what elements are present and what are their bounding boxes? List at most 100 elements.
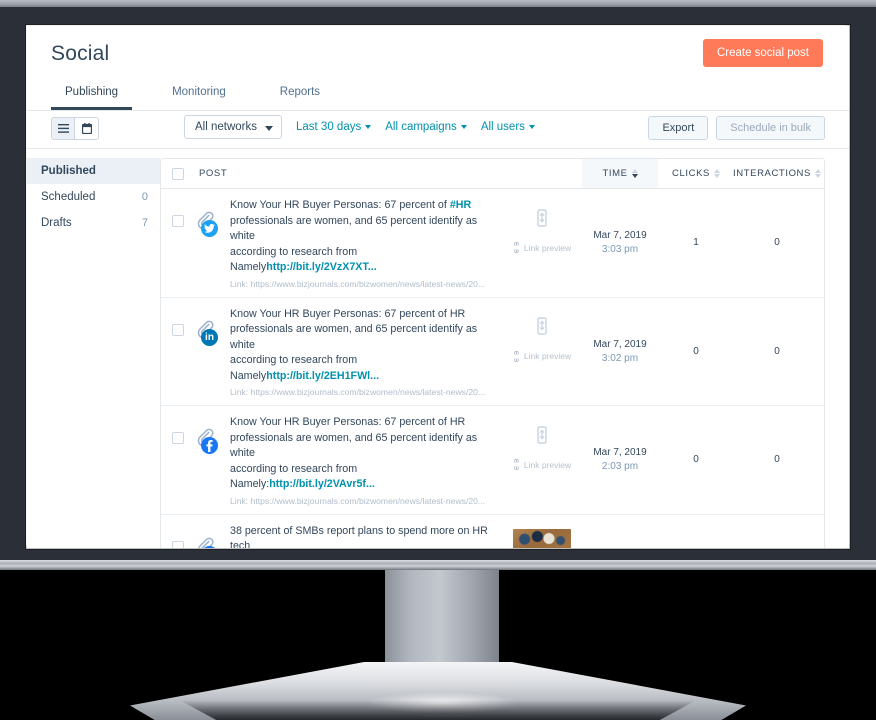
sidebar-item-published[interactable]: Published xyxy=(27,158,160,184)
sort-icon[interactable] xyxy=(631,169,638,178)
link-chain-icon xyxy=(513,350,520,362)
posts-table: POST TIME CLICKS INTERACTIONS Know Your … xyxy=(160,158,825,548)
network-icon-wrap xyxy=(195,198,223,289)
link-preview-label: Link preview xyxy=(523,351,572,361)
row-checkbox[interactable] xyxy=(172,323,184,336)
posts-table-wrap: POST TIME CLICKS INTERACTIONS Know Your … xyxy=(160,149,849,548)
post-line-1: Know Your HR Buyer Personas: 67 percent … xyxy=(230,199,472,211)
column-header-clicks-label: CLICKS xyxy=(672,168,710,179)
create-social-post-button[interactable]: Create social post xyxy=(702,39,823,67)
clicks-value: 0 xyxy=(693,345,699,357)
post-time: 3:03 pm xyxy=(601,244,639,256)
row-select-cell xyxy=(161,189,195,297)
row-checkbox[interactable] xyxy=(172,215,184,227)
column-header-time-label: TIME xyxy=(602,168,628,179)
no-preview-icon xyxy=(535,208,549,232)
app-header: Social Create social post Publishing Mon… xyxy=(27,26,849,111)
interactions-value: 0 xyxy=(774,345,780,357)
column-header-clicks[interactable]: CLICKS xyxy=(658,168,734,179)
chevron-down-icon xyxy=(265,126,273,131)
no-preview-placeholder xyxy=(513,420,571,454)
post-source-link[interactable]: Link: https://www.bizjournals.com/bizwom… xyxy=(230,279,501,289)
main-tabs: Publishing Monitoring Reports xyxy=(51,80,334,110)
export-button[interactable]: Export xyxy=(648,116,709,140)
network-filter-select[interactable]: All networks xyxy=(184,115,282,139)
sidebar-item-count: 0 xyxy=(141,191,148,203)
sort-icon[interactable] xyxy=(814,169,821,178)
link-chain-icon xyxy=(513,459,520,470)
post-cell: in Know Your HR Buyer Personas: 67 percen… xyxy=(195,298,582,406)
page-title: Social xyxy=(51,42,110,65)
tab-reports[interactable]: Reports xyxy=(266,80,334,110)
column-header-interactions[interactable]: INTERACTIONS xyxy=(733,168,824,179)
column-header-interactions-label: INTERACTIONS xyxy=(733,168,811,179)
preview-thumbnail xyxy=(513,528,571,548)
monitor-bottom-rail xyxy=(0,560,876,570)
table-row[interactable]: Know Your HR Buyer Personas: 67 percent … xyxy=(161,189,824,298)
interactions-value: 0 xyxy=(774,237,780,249)
select-all-checkbox[interactable] xyxy=(172,167,184,180)
time-cell: Mar 7, 2019 2:03 pm xyxy=(582,406,658,514)
row-checkbox[interactable] xyxy=(172,540,184,548)
row-checkbox[interactable] xyxy=(172,432,184,444)
no-preview-placeholder xyxy=(513,312,571,346)
linkedin-icon: in xyxy=(201,328,218,346)
clicks-value: 1 xyxy=(658,515,734,549)
post-preview: Link preview xyxy=(508,415,576,506)
post-cell: Know Your HR Buyer Personas: 67 percent … xyxy=(195,406,582,514)
post-source-link[interactable]: Link: https://www.bizjournals.com/bizwom… xyxy=(230,496,501,506)
campaign-filter[interactable]: All campaigns xyxy=(385,121,467,133)
post-line-3: according to research from Namelyhttp://… xyxy=(230,245,377,274)
link-preview-label-row: Link preview xyxy=(508,459,576,470)
post-line-1: Know Your HR Buyer Personas: 67 percent … xyxy=(230,416,466,428)
time-cell: Mar 7, 2019 3:02 pm xyxy=(582,298,658,406)
post-date: Mar 7, 2019 xyxy=(593,230,647,242)
table-row[interactable]: 38 percent of SMBs report plans to spend… xyxy=(161,515,824,549)
time-cell: Mar 4, 20192:04 pm xyxy=(582,515,658,549)
stand-base-shadow xyxy=(179,700,697,720)
time-cell: Mar 7, 2019 3:03 pm xyxy=(582,189,658,297)
table-body: Know Your HR Buyer Personas: 67 percent … xyxy=(161,189,824,548)
sidebar-item-count: 7 xyxy=(141,217,148,229)
toolbar-actions: Export Schedule in bulk xyxy=(648,116,825,140)
post-time: 2:03 pm xyxy=(601,461,639,473)
filter-toolbar: All networks Last 30 days All campaigns … xyxy=(27,111,849,149)
post-line-3: according to research from Namelyhttp://… xyxy=(230,354,380,382)
tab-monitoring[interactable]: Monitoring xyxy=(158,80,240,110)
post-preview: Link preview xyxy=(508,524,576,548)
interactions-value: 1 xyxy=(734,515,824,549)
link-chain-icon xyxy=(513,242,520,253)
calendar-view-button[interactable] xyxy=(75,118,98,139)
table-row[interactable]: in Know Your HR Buyer Personas: 67 percen… xyxy=(161,298,824,406)
status-sidebar: Published Scheduled 0 Drafts 7 xyxy=(27,149,160,547)
user-filter-label: All users xyxy=(480,121,525,133)
column-header-post[interactable]: POST xyxy=(195,168,582,179)
tab-publishing[interactable]: Publishing xyxy=(51,80,133,110)
post-cell: Know Your HR Buyer Personas: 67 percent … xyxy=(195,189,582,297)
campaign-filter-label: All campaigns xyxy=(385,121,457,133)
list-view-button[interactable] xyxy=(52,118,75,139)
sidebar-item-label: Scheduled xyxy=(41,191,96,203)
facebook-icon xyxy=(201,437,218,454)
content-area: Published Scheduled 0 Drafts 7 POST TIME… xyxy=(27,149,849,548)
post-line-1: Know Your HR Buyer Personas: 67 percent … xyxy=(230,307,466,320)
app-screen: Social Create social post Publishing Mon… xyxy=(27,26,849,548)
post-source-link[interactable]: Link: https://www.bizjournals.com/bizwom… xyxy=(230,387,501,397)
schedule-in-bulk-button[interactable]: Schedule in bulk xyxy=(716,116,825,140)
filters-group: All networks Last 30 days All campaigns … xyxy=(184,115,535,139)
interactions-value: 0 xyxy=(774,454,780,466)
post-text: Know Your HR Buyer Personas: 67 percent … xyxy=(230,307,501,398)
date-range-filter[interactable]: Last 30 days xyxy=(296,121,372,133)
post-preview: Link preview xyxy=(508,307,576,398)
row-select-cell xyxy=(161,406,195,514)
chevron-down-icon xyxy=(460,125,467,129)
post-date: Mar 7, 2019 xyxy=(593,338,647,350)
table-row[interactable]: Know Your HR Buyer Personas: 67 percent … xyxy=(161,406,824,515)
sort-icon[interactable] xyxy=(713,169,720,178)
column-header-time[interactable]: TIME xyxy=(582,159,658,188)
sidebar-item-scheduled[interactable]: Scheduled 0 xyxy=(27,184,160,210)
link-preview-label-row: Link preview xyxy=(508,242,576,253)
user-filter[interactable]: All users xyxy=(481,121,535,133)
sidebar-item-drafts[interactable]: Drafts 7 xyxy=(27,210,160,236)
select-all-cell xyxy=(161,167,195,180)
